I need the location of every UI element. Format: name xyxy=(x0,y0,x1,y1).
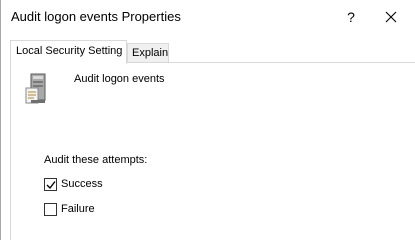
help-button[interactable]: ? xyxy=(334,1,368,33)
server-policy-icon xyxy=(24,72,50,111)
audit-attempts-label: Audit these attempts: xyxy=(44,154,148,166)
window-title: Audit logon events Properties xyxy=(11,9,181,24)
close-button[interactable] xyxy=(371,1,411,33)
policy-name: Audit logon events xyxy=(74,73,165,85)
tab-local-security-setting[interactable]: Local Security Setting xyxy=(10,40,127,64)
properties-dialog: Audit logon events Properties ? Local Se… xyxy=(0,0,415,240)
tab-strip: Local Security Setting Explain xyxy=(10,40,410,64)
title-bar: Audit logon events Properties ? xyxy=(1,0,415,34)
failure-checkbox-box[interactable] xyxy=(44,203,57,216)
checkmark-icon xyxy=(46,181,56,190)
tab-explain[interactable]: Explain xyxy=(127,43,169,63)
close-icon xyxy=(385,11,397,23)
failure-label: Failure xyxy=(61,203,95,215)
success-label: Success xyxy=(61,178,103,190)
success-checkbox-box[interactable] xyxy=(44,178,57,191)
